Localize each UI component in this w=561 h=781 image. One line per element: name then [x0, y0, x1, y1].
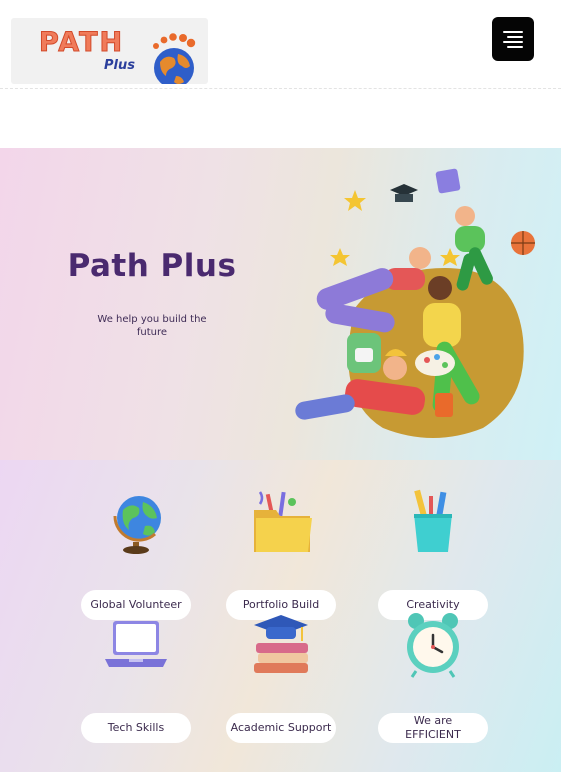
laptop-icon [105, 621, 167, 667]
menu-line [503, 31, 523, 33]
alarm-clock-icon [407, 613, 459, 678]
globe-logo-icon [153, 33, 196, 84]
menu-line [507, 46, 523, 48]
menu-line [503, 41, 523, 43]
page: PATH Plus Path Plus We help you build th… [0, 0, 561, 781]
folder-icon [254, 491, 312, 552]
site-header: PATH Plus [0, 0, 561, 89]
menu-line [507, 36, 523, 38]
logo-text: PATH [38, 27, 125, 59]
globe-icon [113, 496, 161, 554]
feature-label[interactable]: Tech Skills [81, 713, 191, 743]
hero-title: Path Plus [67, 248, 237, 284]
feature-label[interactable]: We are EFFICIENT [378, 713, 488, 743]
pencil-cup-icon [414, 489, 452, 552]
hero-subtitle: We help you build the future [97, 314, 207, 338]
hero-section: Path Plus We help you build the future [0, 148, 561, 460]
site-logo[interactable]: PATH Plus [11, 18, 208, 84]
kids-illustration [295, 168, 535, 438]
menu-toggle-button[interactable] [492, 17, 534, 61]
books-graduation-icon [254, 615, 308, 673]
logo-subtext: Plus [104, 58, 135, 73]
features-section: Global Volunteer Portfolio Build Creativ… [0, 460, 561, 772]
feature-label[interactable]: Academic Support [226, 713, 336, 743]
